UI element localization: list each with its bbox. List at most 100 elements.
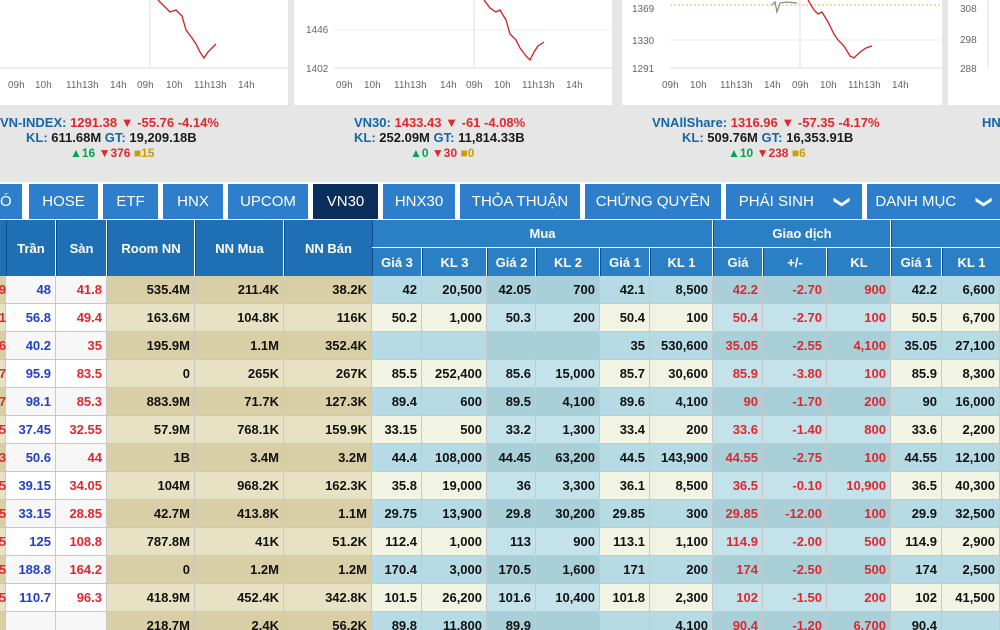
cell-sg1: 114.9 [891, 528, 942, 556]
header-group-mua: Mua [372, 220, 712, 247]
x-tick: 11h13h [194, 80, 227, 91]
header-kl[interactable]: KL [827, 248, 890, 276]
cell-tran: 39.15 [6, 472, 56, 500]
cell-sk1: 41,500 [942, 584, 1000, 612]
table-row[interactable]: 5 37.45 32.55 57.9M 768.1K 159.9K 33.15 500 33.2… [0, 416, 1000, 444]
table-row[interactable]: 7 95.9 83.5 0 265K 267K 85.5 252,400 85.6 15,000 8… [0, 360, 1000, 388]
cell-g1: 33.4 [600, 416, 650, 444]
header-tran[interactable]: Trần [6, 220, 55, 276]
tab-upcom[interactable]: UPCOM [228, 184, 308, 219]
vnindex-summary[interactable]: VN-INDEX: 1291.38 ▼ -55.76 -4.14% KL: 61… [0, 116, 219, 161]
table-row[interactable]: 5 33.15 28.85 42.7M 413.8K 1.1M 29.75 13,900 29.… [0, 500, 1000, 528]
vn30-summary[interactable]: VN30: 1433.43 ▼ -61 -4.08% KL: 252.09M G… [354, 116, 525, 161]
cell-sk1: 16,000 [942, 388, 1000, 416]
table-row[interactable]: 5 125 108.8 787.8M 41K 51.2K 112.4 1,000 113 900 1… [0, 528, 1000, 556]
cell-sg1: 33.6 [891, 416, 942, 444]
cell-k1: 300 [650, 500, 713, 528]
tab-etf[interactable]: ETF [103, 184, 158, 219]
table-row[interactable]: 6 40.2 35 195.9M 1.1M 352.4K 35 530,600 35.05 -2.… [0, 332, 1000, 360]
cell-k2: 900 [536, 528, 600, 556]
cell-san: 35 [56, 332, 107, 360]
table-row[interactable]: 1 56.8 49.4 163.6M 104.8K 116K 50.2 1,000 50.3 20… [0, 304, 1000, 332]
header-change[interactable]: +/- [763, 248, 826, 276]
cell-k3: 252,400 [422, 360, 487, 388]
cell-k1: 100 [650, 304, 713, 332]
hnx-summary[interactable]: HN [982, 116, 1000, 131]
cell-room: 883.9M [107, 388, 195, 416]
header-kl2[interactable]: KL 2 [536, 248, 599, 276]
cell-k3: 108,000 [422, 444, 487, 472]
cell-san: 108.8 [56, 528, 107, 556]
tab-hose[interactable]: HOSE [29, 184, 98, 219]
tab-vn30[interactable]: VN30 [313, 184, 378, 219]
cell-room: 0 [107, 360, 195, 388]
cell-gia: 90.4 [713, 612, 763, 630]
cell-g3: 35.8 [372, 472, 422, 500]
cell-k1: 2,300 [650, 584, 713, 612]
header-ban-kl1[interactable]: KL 1 [942, 248, 1000, 276]
table-row[interactable]: 5 110.7 96.3 418.9M 452.4K 342.8K 101.5 26,200 1… [0, 584, 1000, 612]
header-gia1[interactable]: Giá 1 [600, 248, 649, 276]
table-row[interactable]: 3 50.6 44 1B 3.4M 3.2M 44.4 108,000 44.45 63,200 4… [0, 444, 1000, 472]
header-label: Sàn [69, 240, 94, 256]
table-row[interactable]: 218.7M 2.4K 56.2K 89.8 11,800 89.9 4,100 90.4 -1… [0, 612, 1000, 630]
cell-sk1: 8,300 [942, 360, 1000, 388]
header-gia3[interactable]: Giá 3 [372, 248, 421, 276]
vnallshare-mini-chart[interactable]: 1369 1330 1291 09h 10h 11h13h 14h 09h 10… [622, 0, 942, 105]
vnallshare-summary[interactable]: VNAllShare: 1316.96 ▼ -57.35 -4.17% KL: … [652, 116, 880, 161]
header-san[interactable]: Sàn [56, 220, 106, 276]
tab-thoa-thuan[interactable]: THỎA THUẬN [460, 184, 580, 219]
cell-k3: 19,000 [422, 472, 487, 500]
hnx-mini-chart[interactable]: 308 298 288 [948, 0, 1000, 105]
tab-danh-muc[interactable]: DANH MỤC ❯ [867, 184, 1000, 219]
cell-sk1: 2,900 [942, 528, 1000, 556]
cell-room: 218.7M [107, 612, 195, 630]
y-tick: 1402 [306, 64, 329, 75]
table-row[interactable]: 5 188.8 164.2 0 1.2M 1.2M 170.4 3,000 170.5 1,600… [0, 556, 1000, 584]
index-volume: 509.76M [707, 130, 758, 145]
header-ban-gia1[interactable]: Giá 1 [891, 248, 941, 276]
gt-label: GT: [104, 130, 126, 145]
tab-phai-sinh[interactable]: PHÁI SINH ❯ [726, 184, 862, 219]
cell-nn-mua: 3.4M [195, 444, 284, 472]
cell-k1: 143,900 [650, 444, 713, 472]
x-tick: 09h [137, 80, 154, 91]
vnindex-price-line [157, 0, 217, 60]
header-nn-mua[interactable]: NN Mua [195, 220, 283, 276]
header-kl1[interactable]: KL 1 [650, 248, 712, 276]
y-tick: 298 [960, 35, 977, 46]
chevron-down-icon: ❯ [975, 194, 993, 209]
index-change-pct: -4.17% [838, 115, 880, 130]
header-kl3[interactable]: KL 3 [422, 248, 486, 276]
table-row[interactable]: 9 48 41.8 535.4M 211.4K 38.2K 42 20,500 42.05 700… [0, 276, 1000, 304]
cell-sk1 [942, 612, 1000, 630]
cell-k3: 26,200 [422, 584, 487, 612]
cell-sk1: 6,600 [942, 276, 1000, 304]
cell-nn-ban: 127.3K [284, 388, 372, 416]
cell-k2: 4,100 [536, 388, 600, 416]
tab-hnx[interactable]: HNX [163, 184, 223, 219]
tab-hnx30[interactable]: HNX30 [383, 184, 455, 219]
cell-g2: 50.3 [487, 304, 536, 332]
cell-tran: 50.6 [6, 444, 56, 472]
header-gia[interactable]: Giá [713, 248, 762, 276]
cell-tran: 48 [6, 276, 56, 304]
tab-chung-quyen[interactable]: CHỨNG QUYỀN [585, 184, 721, 219]
cell-k2: 1,300 [536, 416, 600, 444]
vn30-mini-chart[interactable]: 1446 1402 09h 10h 11h13h 14h 09h 10h 11h… [294, 0, 612, 105]
header-room-nn[interactable]: Room NN [107, 220, 194, 276]
table-row[interactable]: 5 39.15 34.05 104M 968.2K 162.3K 35.8 19,000 36 3… [0, 472, 1000, 500]
cell-g3: 85.5 [372, 360, 422, 388]
cell-sg1: 42.2 [891, 276, 942, 304]
tab-all[interactable]: Ó [0, 184, 22, 219]
header-gia2[interactable]: Giá 2 [487, 248, 535, 276]
cell-g2: 44.45 [487, 444, 536, 472]
table-row[interactable]: 7 98.1 85.3 883.9M 71.7K 127.3K 89.4 600 89.5 4,1… [0, 388, 1000, 416]
cell-g1: 36.1 [600, 472, 650, 500]
header-nn-ban[interactable]: NN Bán [284, 220, 372, 276]
vnindex-mini-chart[interactable]: 09h 10h 11h13h 14h 09h 10h 11h13h 14h [0, 0, 288, 105]
cell-room: 195.9M [107, 332, 195, 360]
cell-g2: 170.5 [487, 556, 536, 584]
cell-k1: 8,500 [650, 472, 713, 500]
cell-kl: 900 [827, 276, 891, 304]
